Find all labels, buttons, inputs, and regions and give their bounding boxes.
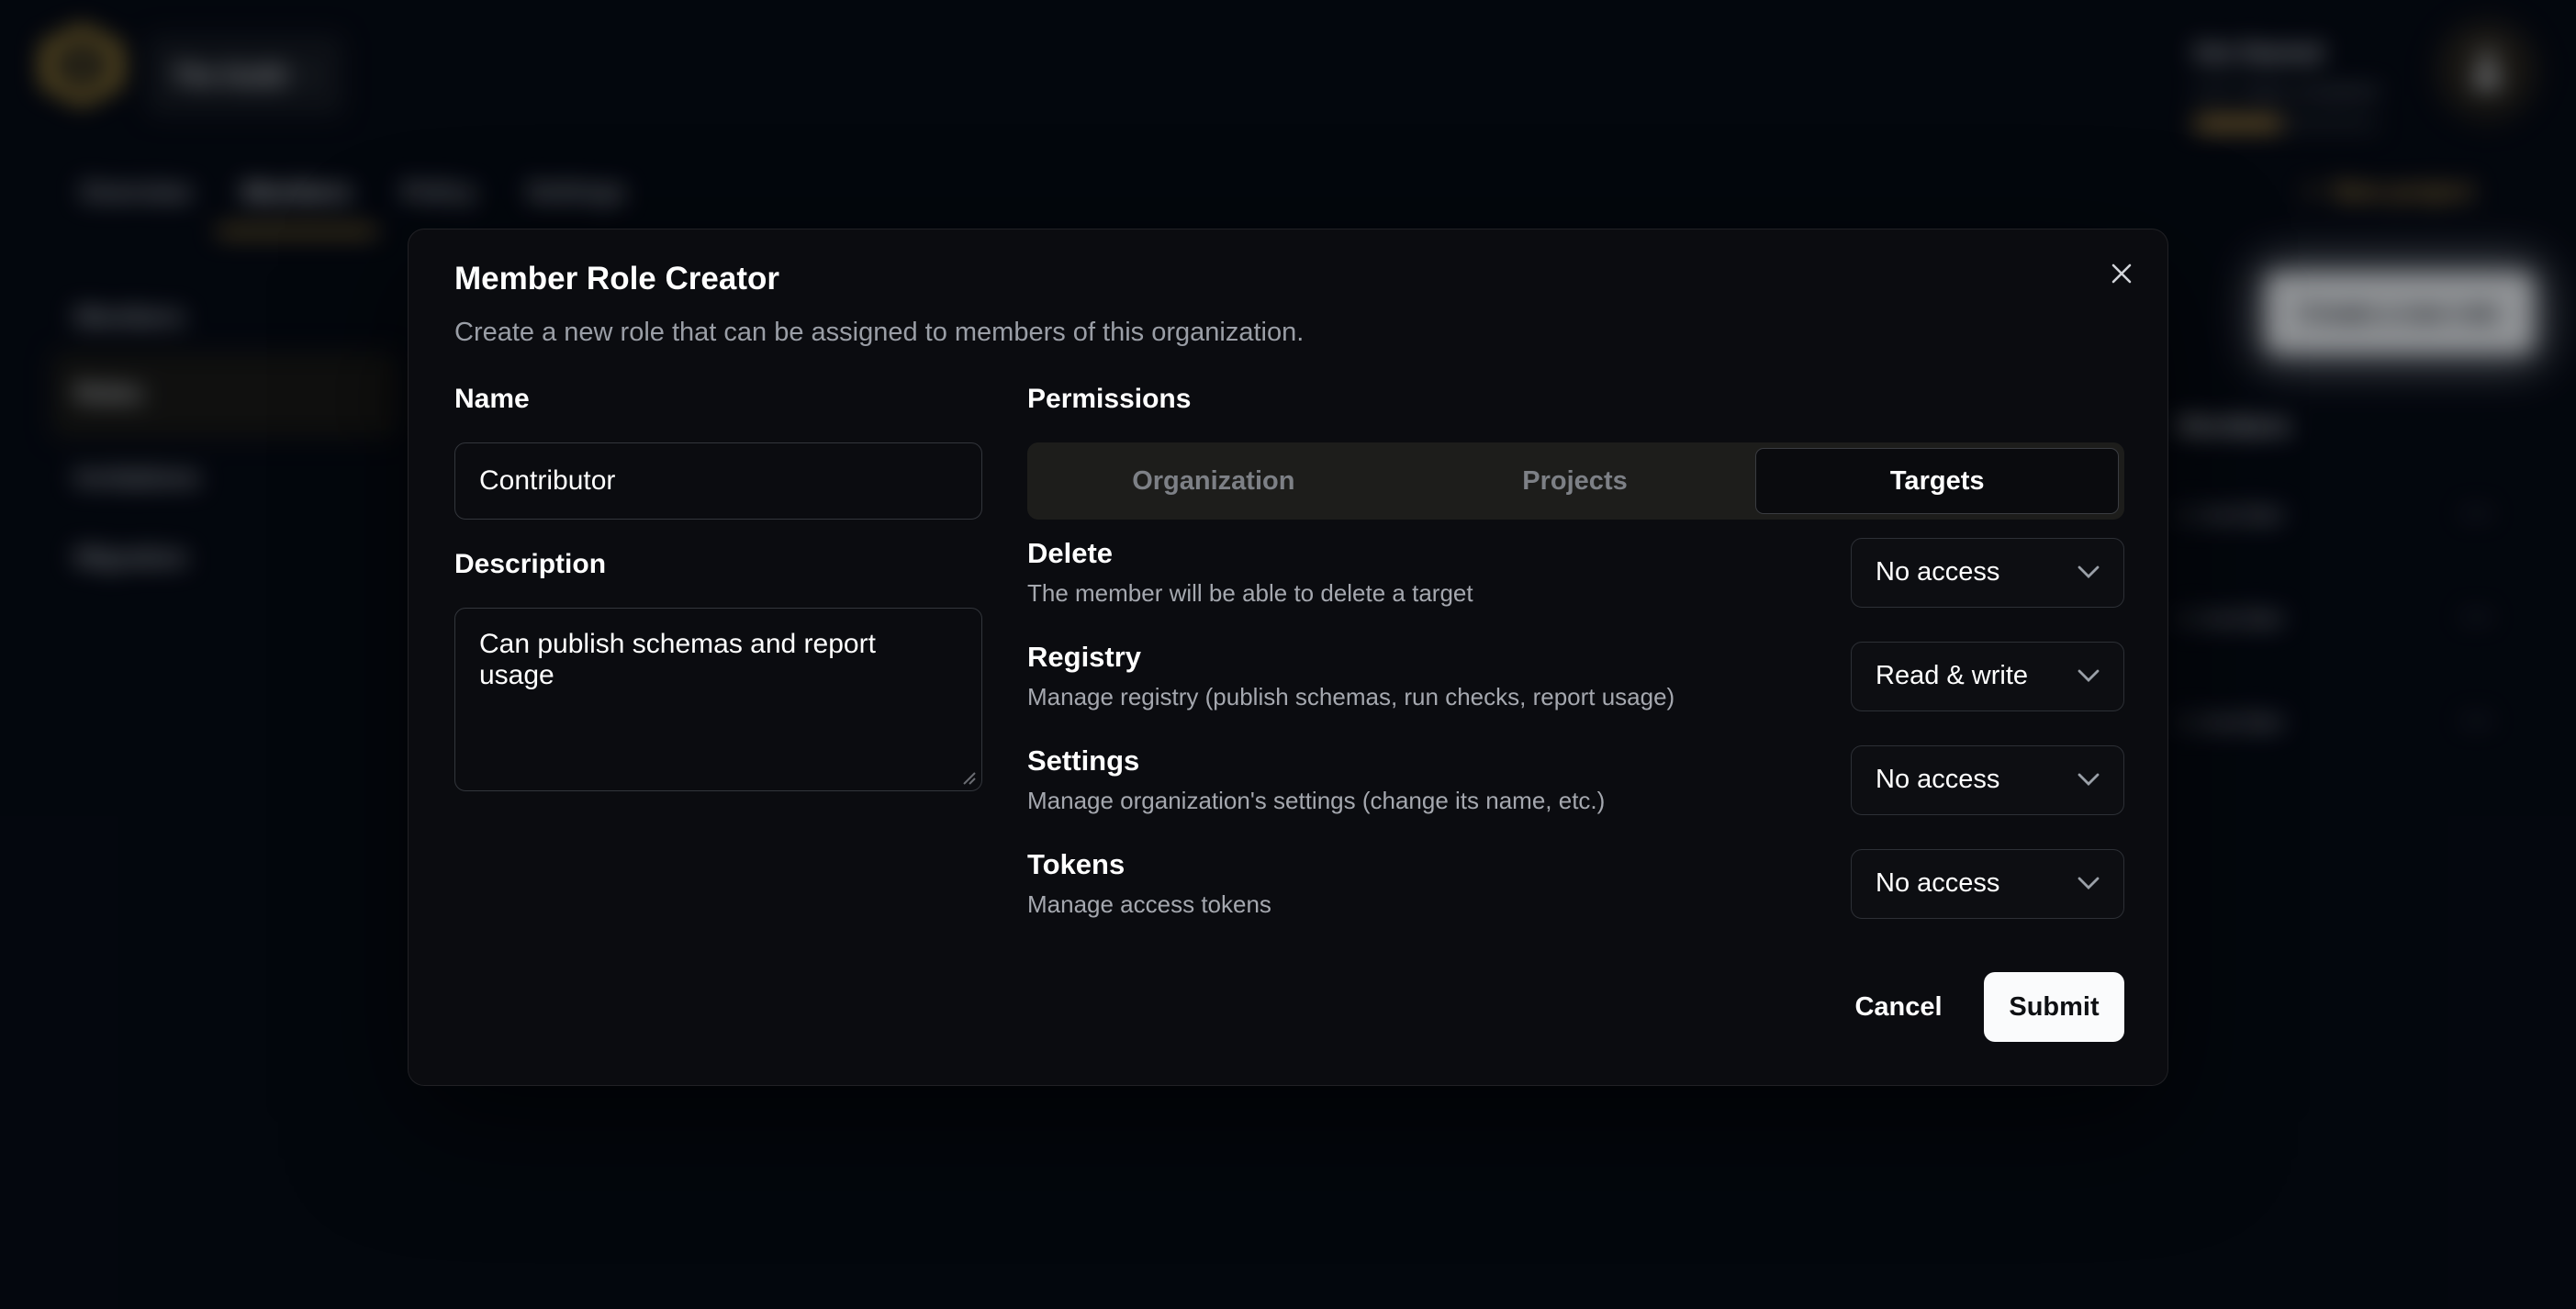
modal-title: Member Role Creator <box>454 261 779 297</box>
description-value: Can publish schemas and report usage <box>479 629 876 690</box>
chevron-down-icon <box>2078 565 2100 579</box>
tab-organization[interactable]: Organization <box>1033 448 1394 514</box>
permissions-label: Permissions <box>1027 384 1191 415</box>
settings-access-select[interactable]: No access <box>1851 745 2124 815</box>
permission-row-delete: Delete The member will be able to delete… <box>1027 537 2124 608</box>
select-value: No access <box>1876 868 1999 899</box>
permission-description: Manage registry (publish schemas, run ch… <box>1027 683 1674 711</box>
close-icon <box>2108 260 2135 287</box>
cancel-button[interactable]: Cancel <box>1830 972 1967 1042</box>
registry-access-select[interactable]: Read & write <box>1851 642 2124 711</box>
permission-title: Settings <box>1027 744 1605 778</box>
permission-rows: Delete The member will be able to delete… <box>1027 537 2124 919</box>
member-role-creator-modal: Member Role Creator Create a new role th… <box>408 229 2168 1086</box>
permission-description: Manage organization's settings (change i… <box>1027 787 1605 815</box>
name-label: Name <box>454 384 530 415</box>
permission-title: Registry <box>1027 641 1674 674</box>
select-value: No access <box>1876 557 1999 587</box>
tab-targets[interactable]: Targets <box>1755 448 2119 514</box>
tokens-access-select[interactable]: No access <box>1851 849 2124 919</box>
permission-description: The member will be able to delete a targ… <box>1027 579 1473 608</box>
tab-projects[interactable]: Projects <box>1394 448 1756 514</box>
description-label: Description <box>454 549 606 580</box>
permission-row-settings: Settings Manage organization's settings … <box>1027 744 2124 815</box>
submit-button[interactable]: Submit <box>1984 972 2124 1042</box>
permission-row-tokens: Tokens Manage access tokens No access <box>1027 848 2124 919</box>
permission-title: Tokens <box>1027 848 1271 881</box>
app-screen: The Guild Get Started 3 of 7 tasks compl… <box>0 0 2576 1309</box>
chevron-down-icon <box>2078 669 2100 683</box>
resize-handle-icon[interactable] <box>958 767 977 786</box>
modal-subtitle: Create a new role that can be assigned t… <box>454 318 1304 348</box>
name-input[interactable] <box>454 442 982 520</box>
permission-title: Delete <box>1027 537 1473 570</box>
delete-access-select[interactable]: No access <box>1851 538 2124 608</box>
close-button[interactable] <box>2098 250 2145 297</box>
description-textarea[interactable]: Can publish schemas and report usage <box>454 608 982 791</box>
permissions-tablist: Organization Projects Targets <box>1027 442 2124 520</box>
chevron-down-icon <box>2078 877 2100 890</box>
select-value: Read & write <box>1876 661 2028 691</box>
permission-row-registry: Registry Manage registry (publish schema… <box>1027 641 2124 711</box>
select-value: No access <box>1876 765 1999 795</box>
permission-description: Manage access tokens <box>1027 890 1271 919</box>
chevron-down-icon <box>2078 773 2100 787</box>
